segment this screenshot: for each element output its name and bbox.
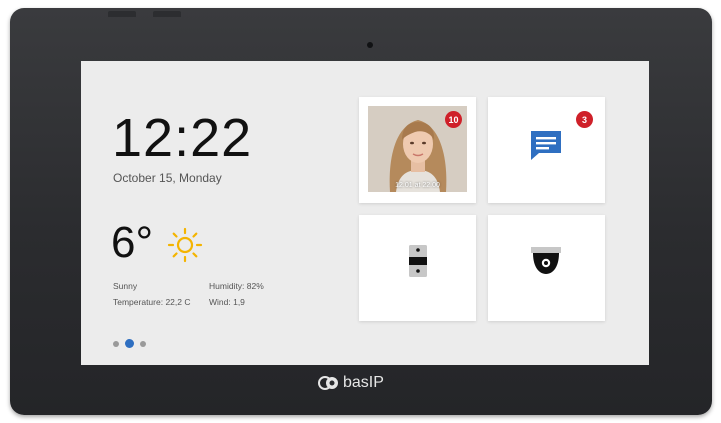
weather-humidity: Humidity: 82% xyxy=(209,281,264,291)
door-lock-tile[interactable] xyxy=(359,215,476,321)
message-icon xyxy=(531,131,561,160)
snapshot-timestamp: 12.01 at 22.00 xyxy=(395,182,440,189)
weather-condition: Sunny xyxy=(113,281,138,291)
front-camera-lens xyxy=(367,42,373,48)
messages-tile[interactable]: 3 xyxy=(488,97,605,203)
messages-count-badge: 3 xyxy=(576,111,593,128)
basip-logo-icon xyxy=(318,376,338,390)
page-dot[interactable] xyxy=(113,340,119,347)
camera-tile[interactable] xyxy=(488,215,605,321)
clock-time: 12:22 xyxy=(112,108,253,168)
touch-screen: 12:22 October 15, Monday 6° Sunny Humidi… xyxy=(81,61,649,365)
brand-name: basIP xyxy=(343,374,384,391)
page-dot[interactable] xyxy=(140,340,146,347)
clock-date: October 15, Monday xyxy=(113,171,222,185)
door-lock-icon xyxy=(409,245,427,277)
page-indicator[interactable] xyxy=(113,339,146,348)
visitor-snapshot-tile[interactable]: 12.01 at 22.00 10 xyxy=(359,97,476,203)
visitor-count-badge: 10 xyxy=(445,111,462,128)
sun-icon xyxy=(167,227,203,263)
temperature-value: 6° xyxy=(111,218,154,267)
dome-camera-icon xyxy=(531,247,561,274)
brand-logo: basIP xyxy=(318,374,384,392)
weather-temperature-detail: Temperature: 22,2 C xyxy=(113,297,191,307)
device-button-right[interactable] xyxy=(153,11,181,17)
page-dot-active[interactable] xyxy=(125,339,134,348)
device-button-left[interactable] xyxy=(108,11,136,17)
weather-wind: Wind: 1,9 xyxy=(209,297,245,307)
